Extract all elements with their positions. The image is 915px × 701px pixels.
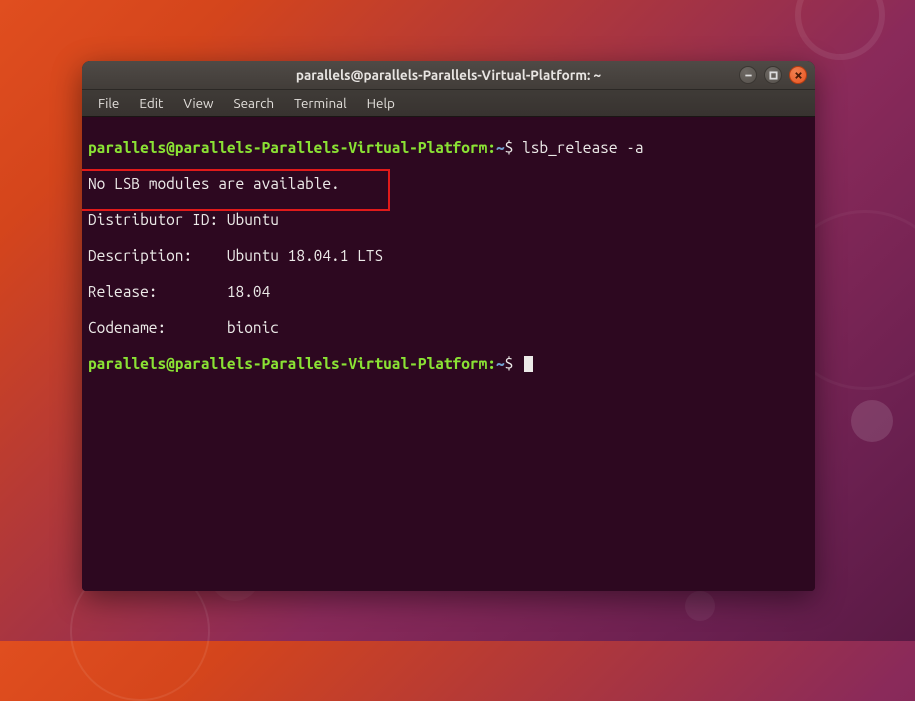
menu-edit[interactable]: Edit <box>131 92 171 114</box>
menu-search[interactable]: Search <box>226 92 283 114</box>
prompt-colon: : <box>487 355 496 372</box>
menu-help[interactable]: Help <box>359 92 403 114</box>
prompt-path: ~ <box>496 139 505 156</box>
prompt-dollar: $ <box>505 139 514 156</box>
prompt-user-host: parallels@parallels-Parallels-Virtual-Pl… <box>88 355 487 372</box>
minimize-button[interactable] <box>739 66 757 84</box>
close-button[interactable] <box>789 66 807 84</box>
cursor <box>524 356 533 372</box>
terminal-body[interactable]: parallels@parallels-Parallels-Virtual-Pl… <box>82 117 815 591</box>
output-line: No LSB modules are available. <box>88 175 809 193</box>
menu-view[interactable]: View <box>175 92 221 114</box>
close-icon <box>794 71 803 80</box>
menubar: File Edit View Search Terminal Help <box>82 90 815 117</box>
minimize-icon <box>744 71 753 80</box>
terminal-window: parallels@parallels-Parallels-Virtual-Pl… <box>82 61 815 591</box>
titlebar[interactable]: parallels@parallels-Parallels-Virtual-Pl… <box>82 61 815 90</box>
command-text: lsb_release -a <box>522 139 644 156</box>
prompt-user-host: parallels@parallels-Parallels-Virtual-Pl… <box>88 139 487 156</box>
background-decoration <box>851 400 893 442</box>
output-line: Distributor ID: Ubuntu <box>88 211 809 229</box>
output-line: Description: Ubuntu 18.04.1 LTS <box>88 247 809 265</box>
prompt-colon: : <box>487 139 496 156</box>
terminal-line: parallels@parallels-Parallels-Virtual-Pl… <box>88 355 809 373</box>
maximize-button[interactable] <box>764 66 782 84</box>
window-controls <box>739 66 807 84</box>
output-line: Release: 18.04 <box>88 283 809 301</box>
background-decoration <box>795 0 885 60</box>
prompt-path: ~ <box>496 355 505 372</box>
terminal-line: parallels@parallels-Parallels-Virtual-Pl… <box>88 139 809 157</box>
menu-file[interactable]: File <box>90 92 127 114</box>
window-title: parallels@parallels-Parallels-Virtual-Pl… <box>82 67 815 83</box>
maximize-icon <box>769 71 778 80</box>
prompt-dollar: $ <box>505 355 514 372</box>
background-decoration <box>685 591 715 621</box>
menu-terminal[interactable]: Terminal <box>286 92 355 114</box>
output-line: Codename: bionic <box>88 319 809 337</box>
